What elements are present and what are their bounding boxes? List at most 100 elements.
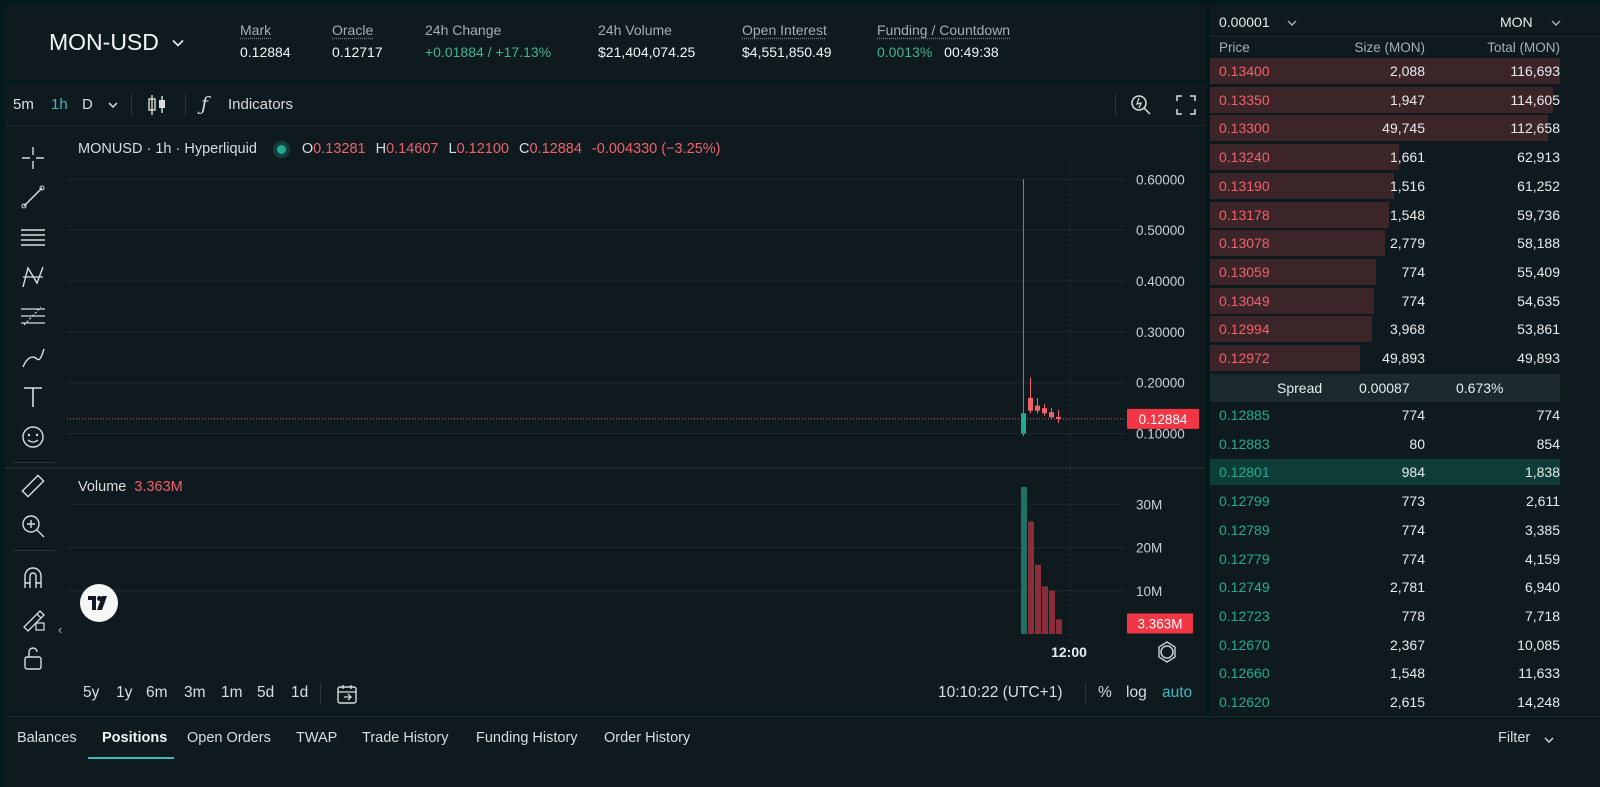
lock-drawing-icon[interactable]: [19, 604, 47, 632]
range-5d[interactable]: 5d: [257, 684, 274, 702]
bid-row[interactable]: 0.12789 774 3,385: [1210, 516, 1560, 544]
function-icon[interactable]: ƒ: [201, 93, 208, 115]
ask-row[interactable]: 0.13049 774 54,635: [1210, 287, 1560, 315]
auto-scale-button[interactable]: auto: [1162, 684, 1192, 702]
magnet-icon[interactable]: [19, 564, 47, 592]
stat-label[interactable]: Oracle: [332, 22, 383, 38]
ask-row[interactable]: 0.13190 1,516 61,252: [1210, 172, 1560, 200]
percent-scale-button[interactable]: %: [1098, 684, 1112, 702]
ruler-icon[interactable]: [19, 472, 47, 500]
horizontal-lines-icon[interactable]: [19, 223, 47, 251]
tab-trade-history[interactable]: Trade History: [362, 730, 448, 746]
price-chart[interactable]: 0.600000.500000.400000.300000.200000.100…: [5, 84, 1206, 714]
candles-icon[interactable]: [146, 93, 168, 117]
toolbar-divider: [320, 683, 321, 705]
ask-row[interactable]: 0.12994 3,968 53,861: [1210, 315, 1560, 343]
chevron-down-icon[interactable]: [1543, 734, 1555, 746]
stat-label[interactable]: Open Interest: [742, 22, 832, 38]
bid-row[interactable]: 0.12620 2,615 14,248: [1210, 688, 1560, 716]
book-total: 116,693: [1510, 63, 1560, 79]
book-price: 0.13190: [1219, 177, 1270, 194]
log-scale-button[interactable]: log: [1126, 684, 1147, 702]
book-price: 0.12749: [1219, 579, 1270, 596]
bid-row[interactable]: 0.12883 80 854: [1210, 430, 1560, 458]
order-book: 0.00001 MON Price Size (MON) Total (MON)…: [1210, 5, 1600, 715]
volume-bar: [1021, 486, 1027, 634]
range-1y[interactable]: 1y: [116, 684, 132, 702]
interval-5m[interactable]: 5m: [13, 96, 34, 113]
unlock-icon[interactable]: [19, 644, 47, 672]
volume-legend: Volume 3.363M: [78, 479, 183, 495]
goto-date-icon[interactable]: [335, 682, 359, 706]
book-price: 0.13240: [1219, 149, 1270, 166]
fullscreen-icon[interactable]: [1175, 94, 1197, 116]
bid-row[interactable]: 0.12749 2,781 6,940: [1210, 573, 1560, 601]
spread-label: Spread: [1277, 380, 1323, 396]
stat-label[interactable]: Funding / Countdown: [877, 22, 1010, 38]
tab-funding-history[interactable]: Funding History: [476, 730, 578, 746]
pattern-icon[interactable]: [19, 263, 47, 291]
text-icon[interactable]: [19, 383, 47, 411]
range-3m[interactable]: 3m: [184, 684, 206, 702]
book-total: 49,893: [1517, 350, 1560, 366]
unit-select[interactable]: MON: [1500, 14, 1533, 30]
filter-button[interactable]: Filter: [1498, 730, 1530, 746]
tab-open-orders[interactable]: Open Orders: [187, 730, 271, 746]
bid-row[interactable]: 0.12885 774 774: [1210, 401, 1560, 429]
tick-size-select[interactable]: 0.00001: [1219, 14, 1270, 30]
funding-rate: 0.0013%: [877, 44, 933, 60]
range-1m[interactable]: 1m: [221, 684, 243, 702]
book-price: 0.12670: [1219, 636, 1270, 653]
tab-twap[interactable]: TWAP: [296, 730, 337, 746]
tradingview-logo[interactable]: [80, 584, 118, 622]
book-price: 0.12620: [1219, 694, 1270, 710]
ask-row[interactable]: 0.13240 1,661 62,913: [1210, 143, 1560, 171]
ask-row[interactable]: 0.13350 1,947 114,605: [1210, 86, 1560, 114]
ask-row[interactable]: 0.13178 1,548 59,736: [1210, 201, 1560, 229]
search-zoom-icon[interactable]: [1129, 93, 1153, 117]
fib-icon[interactable]: [19, 303, 47, 331]
range-5y[interactable]: 5y: [83, 684, 99, 702]
stat-open-interest: Open Interest $4,551,850.49: [742, 22, 832, 60]
indicators-button[interactable]: Indicators: [228, 96, 293, 113]
bid-row[interactable]: 0.12670 2,367 10,085: [1210, 631, 1560, 659]
ask-row[interactable]: 0.13300 49,745 112,658: [1210, 114, 1560, 142]
drawing-toolbar: ‹: [5, 132, 62, 712]
tab-positions[interactable]: Positions: [102, 730, 167, 746]
stat-label[interactable]: Mark: [240, 22, 291, 38]
chevron-down-icon[interactable]: [1286, 17, 1298, 29]
trendline-icon[interactable]: [19, 183, 47, 211]
collapse-toolbar-icon[interactable]: ‹: [58, 622, 62, 637]
book-total: 3,385: [1524, 521, 1560, 538]
interval-1h[interactable]: 1h: [51, 96, 68, 113]
chevron-down-icon[interactable]: [106, 98, 120, 112]
clock[interactable]: 10:10:22 (UTC+1): [938, 684, 1063, 702]
chevron-down-icon: [172, 39, 184, 47]
settings-icon[interactable]: [1160, 645, 1174, 659]
bid-row[interactable]: 0.12801 984 1,838: [1210, 458, 1560, 486]
bid-row[interactable]: 0.12799 773 2,611: [1210, 487, 1560, 515]
bid-row[interactable]: 0.12779 774 4,159: [1210, 545, 1560, 573]
tab-balances[interactable]: Balances: [17, 730, 77, 746]
crosshair-icon[interactable]: [19, 144, 47, 172]
ask-row[interactable]: 0.12972 49,893 49,893: [1210, 344, 1560, 372]
book-price: 0.13049: [1219, 292, 1270, 309]
ask-row[interactable]: 0.13400 2,088 116,693: [1210, 57, 1560, 85]
stat-label: 24h Volume: [598, 22, 672, 38]
book-size: 1,548: [1389, 206, 1425, 223]
range-1d[interactable]: 1d: [291, 684, 308, 702]
book-price: 0.13350: [1219, 91, 1270, 108]
time-tick-label: 12:00: [1051, 644, 1087, 660]
symbol-selector[interactable]: MON-USD: [49, 29, 185, 56]
emoji-icon[interactable]: [19, 423, 47, 451]
chevron-down-icon[interactable]: [1550, 17, 1562, 29]
tab-order-history[interactable]: Order History: [604, 730, 690, 746]
zoom-in-icon[interactable]: [19, 512, 47, 540]
bid-row[interactable]: 0.12660 1,548 11,633: [1210, 659, 1560, 687]
range-6m[interactable]: 6m: [146, 684, 168, 702]
brush-icon[interactable]: [19, 343, 47, 371]
ask-row[interactable]: 0.13078 2,779 58,188: [1210, 229, 1560, 257]
ask-row[interactable]: 0.13059 774 55,409: [1210, 258, 1560, 286]
interval-d[interactable]: D: [82, 96, 93, 113]
bid-row[interactable]: 0.12723 778 7,718: [1210, 602, 1560, 630]
